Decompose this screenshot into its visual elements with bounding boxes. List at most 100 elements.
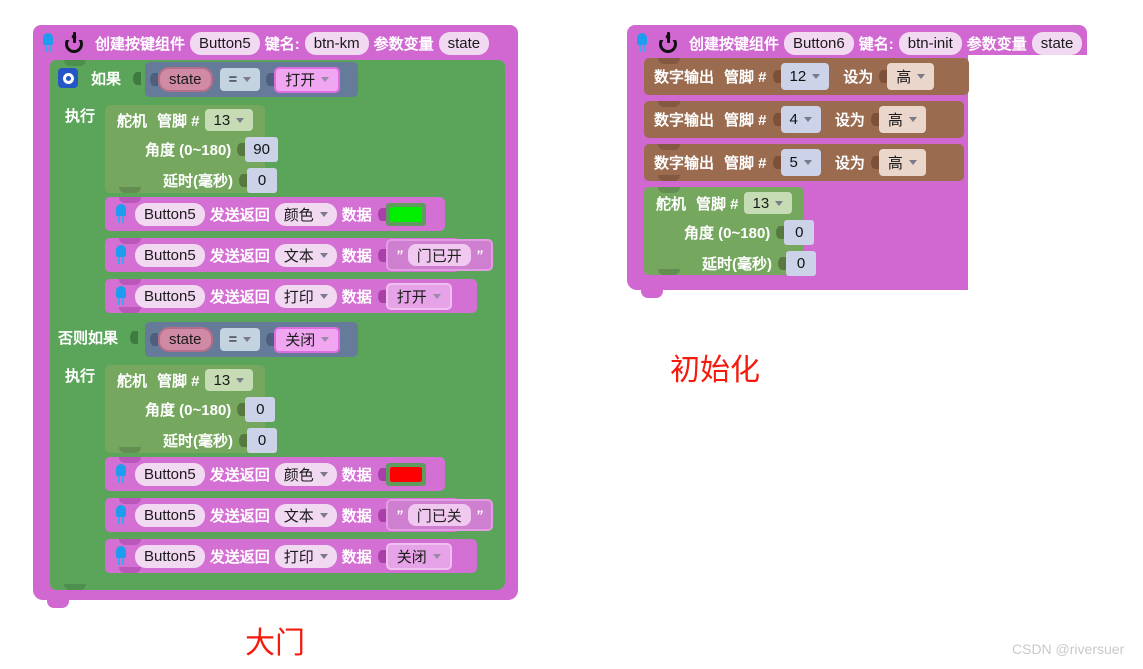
led-icon	[636, 33, 648, 53]
send-false-3-kind[interactable]: 打印	[274, 544, 337, 568]
send-false-1-kind-label: 颜色	[283, 466, 314, 484]
right-servo-title: 舵机	[656, 195, 687, 213]
condition-2-value-label: 关闭	[285, 332, 316, 349]
left-hat-key-value[interactable]: btn-km	[304, 31, 369, 55]
servo-2-delay-label: 延时(毫秒)	[163, 432, 233, 450]
servo-2-delay-row: 延时(毫秒) 0	[158, 427, 277, 453]
text-literal-close-value[interactable]: 门已关	[407, 504, 471, 526]
send-false-3-socket	[377, 545, 386, 568]
send-false-3-component[interactable]: Button5	[135, 544, 205, 568]
servo-2-bottom-notch	[119, 447, 141, 453]
condition-1-value-label: 打开	[285, 72, 316, 89]
right-servo-angle-row: 角度 (0~180) 0	[679, 219, 815, 245]
send-true-2-action: 发送返回	[209, 247, 270, 265]
send-true-2-socket	[377, 244, 386, 267]
elseif-label: 否则如果	[58, 329, 119, 347]
dout-1-level[interactable]: 高	[887, 63, 935, 90]
led-icon	[115, 546, 127, 566]
servo-2-delay-value[interactable]: 0	[247, 427, 277, 453]
servo-1-delay-value[interactable]: 0	[247, 167, 277, 193]
left-hat-header[interactable]: 创建按键组件 Button5 键名: btn-km 参数变量 state	[42, 27, 490, 59]
gear-icon[interactable]	[58, 68, 78, 88]
led-icon	[42, 33, 54, 53]
send-true-1-kind[interactable]: 颜色	[274, 202, 337, 226]
servo-1-pin[interactable]: 13	[204, 109, 254, 131]
condition-2-value[interactable]: 关闭	[274, 326, 341, 353]
dout-2-pin[interactable]: 4	[780, 106, 821, 133]
send-false-2-kind[interactable]: 文本	[274, 503, 337, 527]
dout-1-title: 数字输出	[654, 69, 715, 86]
send-true-1-component[interactable]: Button5	[135, 202, 205, 226]
send-true-2-component[interactable]: Button5	[135, 243, 205, 267]
dout-3-pin[interactable]: 5	[780, 149, 821, 176]
color-swatch-open[interactable]	[385, 202, 426, 226]
right-servo-delay-row: 延时(毫秒) 0	[697, 250, 816, 276]
condition-2-variable[interactable]: state	[158, 327, 213, 352]
right-servo-angle-value[interactable]: 0	[784, 219, 815, 245]
right-hat-param-value[interactable]: state	[1031, 31, 1083, 55]
led-icon	[115, 464, 127, 484]
send-false-3-action: 发送返回	[209, 548, 270, 566]
send-true-3-kind-label: 打印	[283, 288, 314, 306]
print-dropdown-open[interactable]: 打开	[385, 282, 452, 310]
dout-3-pin-socket	[772, 151, 781, 174]
right-hat-header[interactable]: 创建按键组件 Button6 键名: btn-init 参数变量 state	[636, 27, 1083, 59]
led-icon	[115, 286, 127, 306]
servo-2-pin[interactable]: 13	[204, 369, 254, 391]
send-true-3-kind[interactable]: 打印	[274, 284, 337, 308]
servo-2-angle-row: 角度 (0~180) 0	[140, 396, 276, 422]
workspace-canvas: 创建按键组件 Button5 键名: btn-km 参数变量 state 如果 …	[0, 0, 1143, 669]
dout-3-pin-value: 5	[789, 154, 798, 171]
condition-1-operator[interactable]: =	[219, 68, 261, 91]
left-hat-param-value[interactable]: state	[438, 31, 490, 55]
condition-2-operator[interactable]: =	[219, 328, 261, 351]
send-true-3-component[interactable]: Button5	[135, 284, 205, 308]
print-dropdown-close[interactable]: 关闭	[385, 542, 452, 570]
send-false-1-component[interactable]: Button5	[135, 462, 205, 486]
dout-2-pin-label: 管脚 #	[724, 112, 767, 129]
text-literal-open-value[interactable]: 门已开	[407, 244, 471, 266]
send-false-3-kind-label: 打印	[283, 548, 314, 566]
servo-2-angle-value[interactable]: 0	[245, 396, 276, 422]
right-hat-key-value[interactable]: btn-init	[898, 31, 962, 55]
servo-1-angle-socket	[236, 138, 246, 161]
send-false-2-row: Button5 发送返回 文本 数据 ” 门已关 ”	[115, 499, 493, 531]
right-servo-bottom-notch	[658, 269, 680, 275]
dout-1-pin[interactable]: 12	[780, 63, 830, 90]
condition-1-row: state = 打开	[149, 64, 341, 95]
send-false-2-action: 发送返回	[209, 507, 270, 525]
right-hat-key-label: 键名:	[858, 35, 894, 53]
condition-1-right-socket	[265, 68, 275, 91]
condition-1-variable[interactable]: state	[158, 67, 213, 92]
servo-1-angle-value[interactable]: 90	[245, 136, 278, 162]
color-swatch-close[interactable]	[385, 462, 426, 486]
dout-3-level[interactable]: 高	[878, 149, 926, 176]
right-hat-component[interactable]: Button6	[784, 31, 854, 55]
left-hat-param-label: 参数变量	[373, 35, 434, 53]
servo-2-pin-label: 管脚 #	[157, 372, 200, 390]
elseif-header: 否则如果	[58, 323, 139, 351]
dout-2-pin-value: 4	[789, 111, 798, 128]
text-literal-open[interactable]: ” 门已开 ”	[385, 239, 493, 271]
dout-2-level[interactable]: 高	[878, 106, 926, 133]
left-hat-component[interactable]: Button5	[190, 31, 260, 55]
right-servo-pin[interactable]: 13	[743, 192, 793, 214]
dout-1-pin-socket	[772, 65, 781, 88]
send-true-2-kind[interactable]: 文本	[274, 243, 337, 267]
right-servo-angle-label: 角度 (0~180)	[684, 224, 771, 242]
servo-1-pin-label: 管脚 #	[157, 112, 200, 130]
send-true-1-row: Button5 发送返回 颜色 数据	[115, 200, 426, 228]
power-icon	[658, 32, 680, 54]
condition-1-value[interactable]: 打开	[274, 66, 341, 93]
dout-1-level-value: 高	[896, 69, 912, 86]
text-literal-close[interactable]: ” 门已关 ”	[385, 499, 493, 531]
send-false-1-kind[interactable]: 颜色	[274, 462, 337, 486]
dout-3-level-value: 高	[887, 155, 903, 172]
digital-output-2-row: 数字输出 管脚 # 4 设为 高	[654, 105, 926, 134]
left-hat-label: 创建按键组件	[95, 35, 186, 53]
if-header: 如果	[58, 64, 142, 92]
send-true-2-kind-label: 文本	[283, 247, 314, 265]
right-servo-delay-value[interactable]: 0	[786, 250, 816, 276]
dout-3-title: 数字输出	[654, 155, 715, 172]
send-false-2-component[interactable]: Button5	[135, 503, 205, 527]
